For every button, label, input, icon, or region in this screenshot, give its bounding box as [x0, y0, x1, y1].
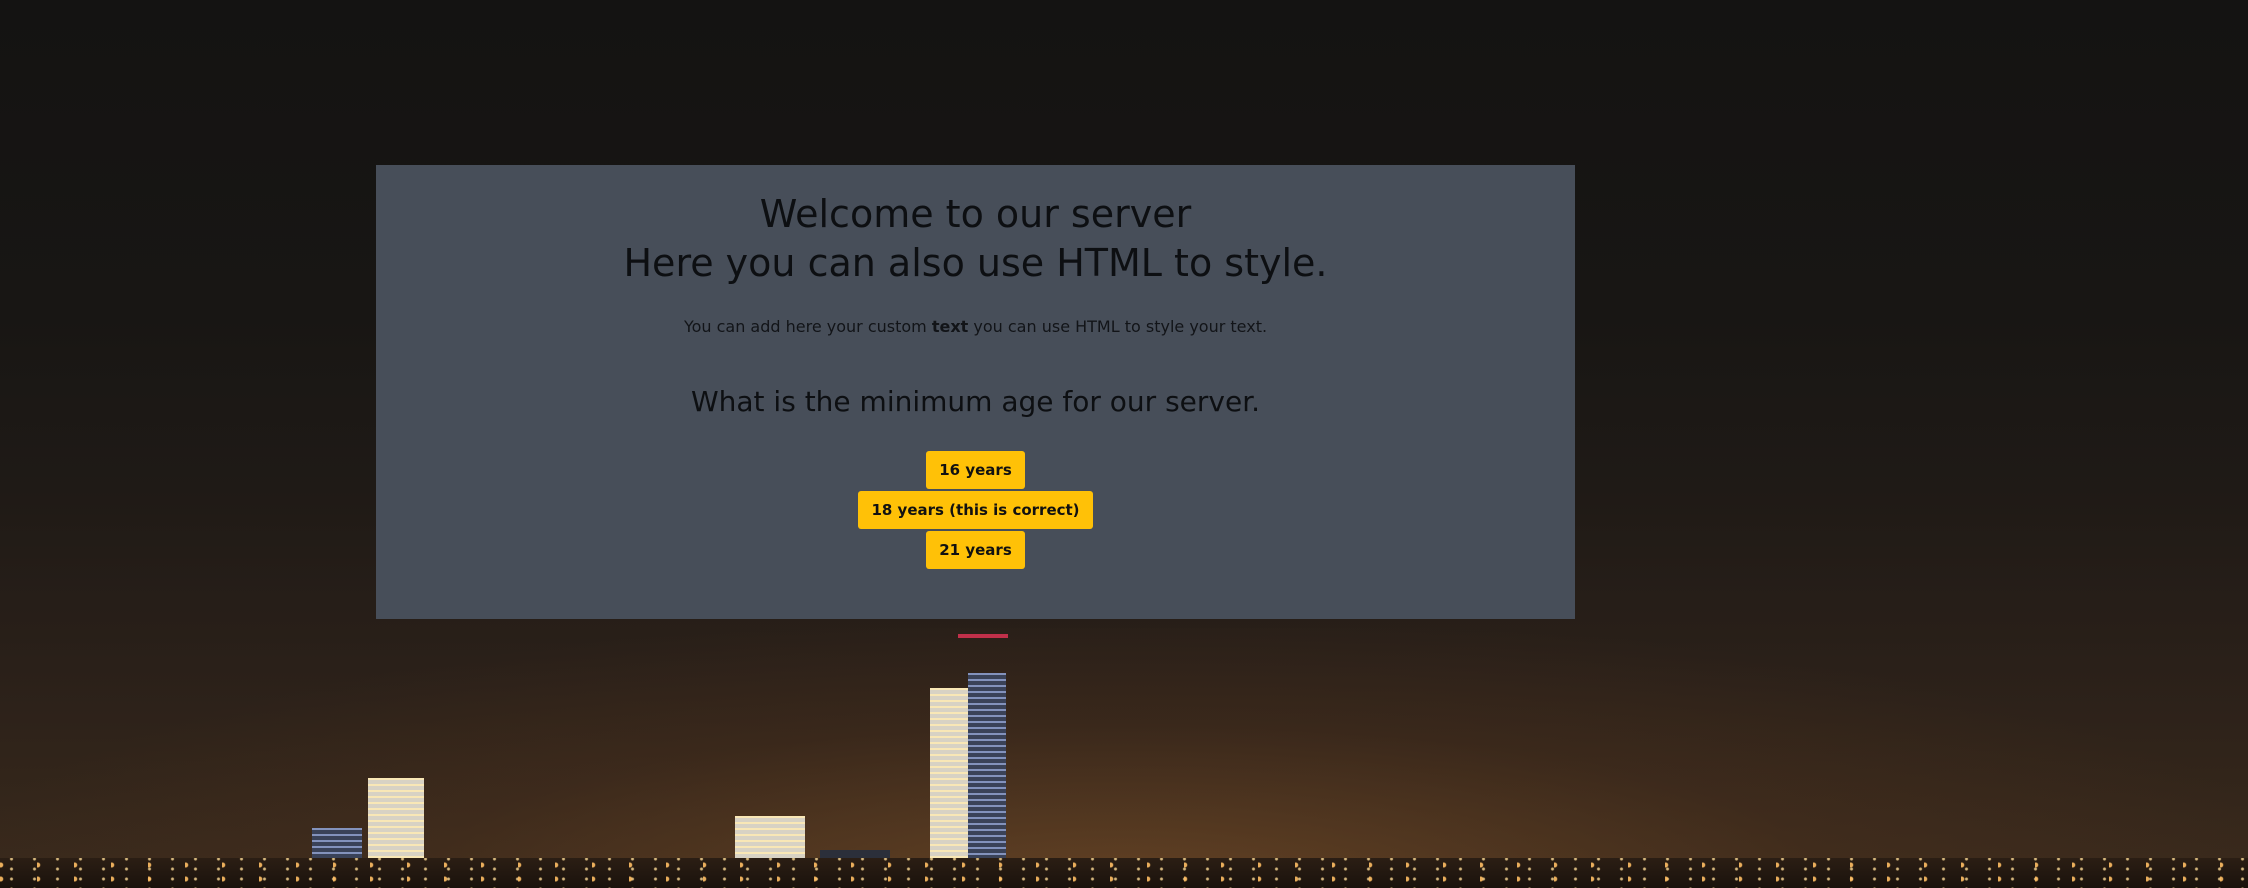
intro-text: You can add here your custom text you ca… [376, 317, 1575, 336]
title-line-2: Here you can also use HTML to style. [623, 241, 1328, 285]
title-line-1: Welcome to our server [759, 192, 1192, 236]
verification-dialog: Welcome to our server Here you can also … [376, 165, 1575, 619]
tower-crown [958, 634, 1008, 888]
answer-button-21-years[interactable]: 21 years [926, 531, 1025, 569]
intro-text-end: you can use HTML to style your text. [968, 317, 1268, 336]
intro-text-start: You can add here your custom [683, 317, 932, 336]
answer-button-18-years[interactable]: 18 years (this is correct) [858, 491, 1093, 529]
answer-list: 16 years 18 years (this is correct) 21 y… [376, 451, 1575, 569]
city-lights [0, 858, 2248, 888]
answer-button-16-years[interactable]: 16 years [926, 451, 1025, 489]
intro-text-bold: text [931, 317, 969, 336]
question-text: What is the minimum age for our server. [690, 385, 1261, 418]
dialog-title: Welcome to our server Here you can also … [376, 190, 1575, 288]
